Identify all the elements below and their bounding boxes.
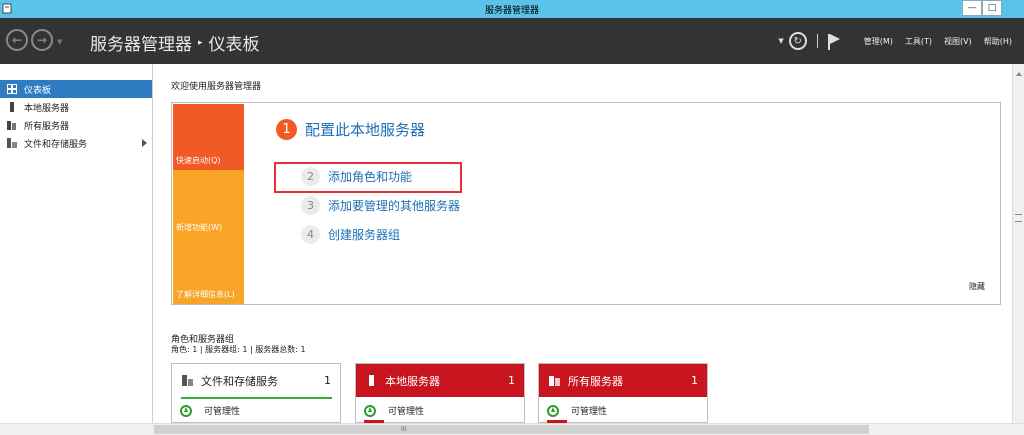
roles-summary: 角色: 1 | 服务器组: 1 | 服务器总数: 1 (171, 345, 306, 354)
menu-manage[interactable]: 管理(M) (864, 36, 893, 47)
role-card-header[interactable]: 本地服务器 1 (356, 364, 524, 397)
sidebar-item-label: 仪表板 (24, 85, 52, 96)
step-link[interactable]: 添加要管理的其他服务器 (328, 197, 460, 214)
window-title-bar: 服务器管理器 — □ (0, 0, 1024, 18)
vertical-scrollbar[interactable] (1012, 64, 1024, 423)
scroll-grip-icon: III (401, 426, 407, 433)
all-servers-icon (7, 121, 16, 130)
all-servers-icon (549, 376, 560, 386)
status-up-icon (180, 404, 192, 417)
role-card-local-server[interactable]: 本地服务器 1 可管理性 (355, 363, 525, 423)
local-server-icon (369, 375, 374, 386)
status-ok-line (181, 397, 332, 399)
step-number: 4 (301, 225, 320, 244)
expand-arrow-icon[interactable] (142, 139, 147, 147)
role-card-status[interactable]: 可管理性 (180, 404, 240, 417)
sidebar-item-dashboard[interactable]: 仪表板 (0, 80, 152, 98)
status-label: 可管理性 (204, 407, 241, 417)
highlight-annotation-box (274, 162, 462, 193)
main-content: 欢迎使用服务器管理器 快速启动(Q) 新增功能(W) 了解详细信息(L) 1 配… (154, 64, 1012, 423)
role-card-header[interactable]: 所有服务器 1 (539, 364, 707, 397)
header-toolbar: ▼ ↻ 管理(M) 工具(T) 视图(V) 帮助(H) (778, 18, 1024, 64)
sidebar-item-file-storage[interactable]: 文件和存储服务 (0, 134, 152, 152)
step-configure-local-server[interactable]: 1 配置此本地服务器 (276, 119, 425, 140)
step-link[interactable]: 创建服务器组 (328, 226, 400, 243)
maximize-button[interactable]: □ (982, 0, 1002, 16)
status-up-icon (547, 404, 559, 417)
role-card-title: 所有服务器 (568, 374, 623, 388)
welcome-title: 欢迎使用服务器管理器 (171, 82, 262, 92)
breadcrumb-separator: ▸ (198, 37, 203, 48)
refresh-dropdown-icon[interactable]: ▼ (778, 37, 783, 45)
step-create-server-group[interactable]: 4 创建服务器组 (301, 225, 400, 244)
minimize-button[interactable]: — (962, 0, 982, 16)
notifications-flag-icon[interactable] (827, 34, 840, 50)
status-up-icon (364, 404, 376, 417)
tile-quick-start[interactable]: 快速启动(Q) (173, 104, 244, 170)
back-arrow-icon: ← (11, 33, 23, 47)
role-card-status[interactable]: 可管理性 (364, 404, 424, 417)
role-card-count: 1 (691, 374, 698, 387)
step-add-servers[interactable]: 3 添加要管理的其他服务器 (301, 196, 460, 215)
role-card-file-storage[interactable]: 文件和存储服务 1 可管理性 (171, 363, 341, 423)
sidebar-item-all-servers[interactable]: 所有服务器 (0, 116, 152, 134)
horizontal-scrollbar[interactable]: III (0, 423, 1024, 435)
sidebar-item-label: 文件和存储服务 (24, 139, 88, 150)
hide-link[interactable]: 隐藏 (969, 281, 985, 292)
app-icon (2, 3, 12, 14)
role-card-count: 1 (324, 374, 331, 387)
step-link[interactable]: 配置此本地服务器 (305, 119, 425, 140)
role-card-title: 本地服务器 (385, 374, 440, 388)
back-button[interactable]: ← (6, 29, 28, 51)
file-storage-icon (7, 138, 17, 148)
sidebar-item-local-server[interactable]: 本地服务器 (0, 98, 152, 116)
local-server-icon (10, 102, 14, 112)
menu-tools[interactable]: 工具(T) (905, 36, 932, 47)
forward-button[interactable]: → (31, 29, 53, 51)
dashboard-icon (7, 84, 17, 94)
role-card-title: 文件和存储服务 (201, 374, 278, 388)
status-label: 可管理性 (388, 407, 425, 417)
menu-view[interactable]: 视图(V) (944, 36, 972, 47)
menu-help[interactable]: 帮助(H) (984, 36, 1012, 47)
minimize-icon: — (967, 3, 977, 13)
role-card-status[interactable]: 可管理性 (547, 404, 607, 417)
file-storage-icon (182, 375, 193, 386)
sidebar-item-label: 所有服务器 (24, 121, 70, 132)
role-card-all-servers[interactable]: 所有服务器 1 可管理性 (538, 363, 708, 423)
sidebar-item-label: 本地服务器 (24, 103, 70, 114)
forward-arrow-icon: → (36, 33, 48, 47)
refresh-button[interactable]: ↻ (788, 32, 807, 50)
quick-start-panel: 快速启动(Q) 新增功能(W) 了解详细信息(L) 1 配置此本地服务器 2 添… (171, 102, 1001, 305)
tile-learn-more[interactable]: 了解详细信息(L) (173, 237, 244, 304)
role-card-count: 1 (508, 374, 515, 387)
breadcrumb-root[interactable]: 服务器管理器 (90, 30, 192, 55)
window-title: 服务器管理器 (484, 5, 539, 16)
breadcrumb: 服务器管理器 ▸ 仪表板 (90, 30, 260, 55)
scroll-grip-icon[interactable] (1015, 214, 1022, 222)
sidebar: 仪表板 本地服务器 所有服务器 文件和存储服务 (0, 64, 153, 423)
status-label: 可管理性 (571, 407, 608, 417)
breadcrumb-current: 仪表板 (208, 35, 260, 55)
maximize-icon: □ (987, 3, 997, 13)
role-card-header[interactable]: 文件和存储服务 1 (172, 364, 340, 397)
step-number: 1 (276, 119, 297, 140)
toolbar-divider (816, 34, 818, 48)
step-number: 3 (301, 196, 320, 215)
horizontal-scroll-thumb[interactable] (154, 425, 869, 434)
app-header: ← → ▼ 服务器管理器 ▸ 仪表板 ▼ ↻ 管理(M) 工具(T) 视图(V)… (0, 18, 1024, 64)
refresh-icon: ↻ (793, 35, 802, 47)
history-dropdown-icon[interactable]: ▼ (57, 38, 62, 46)
scroll-up-icon[interactable] (1016, 72, 1022, 76)
tile-whats-new[interactable]: 新增功能(W) (173, 170, 244, 237)
